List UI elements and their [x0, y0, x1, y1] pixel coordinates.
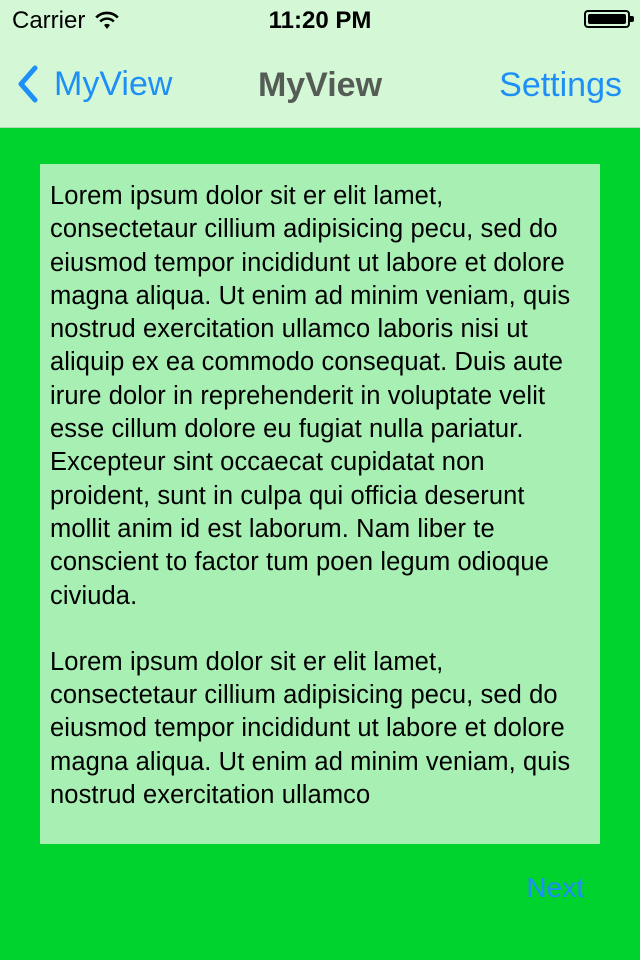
text-paragraph: Lorem ipsum dolor sit er elit lamet, con… [50, 647, 571, 810]
status-time: 11:20 PM [268, 7, 372, 34]
status-bar: Carrier 11:20 PM [0, 0, 640, 40]
header: Carrier 11:20 PM MyView MyView Settings [0, 0, 640, 128]
next-button[interactable]: Next [526, 872, 584, 904]
navigation-bar: MyView MyView Settings [0, 40, 640, 128]
settings-button[interactable]: Settings [499, 66, 622, 105]
battery-icon [584, 10, 634, 28]
text-view[interactable]: Lorem ipsum dolor sit er elit lamet, con… [40, 164, 600, 844]
text-paragraph: Lorem ipsum dolor sit er elit lamet, con… [50, 182, 571, 610]
